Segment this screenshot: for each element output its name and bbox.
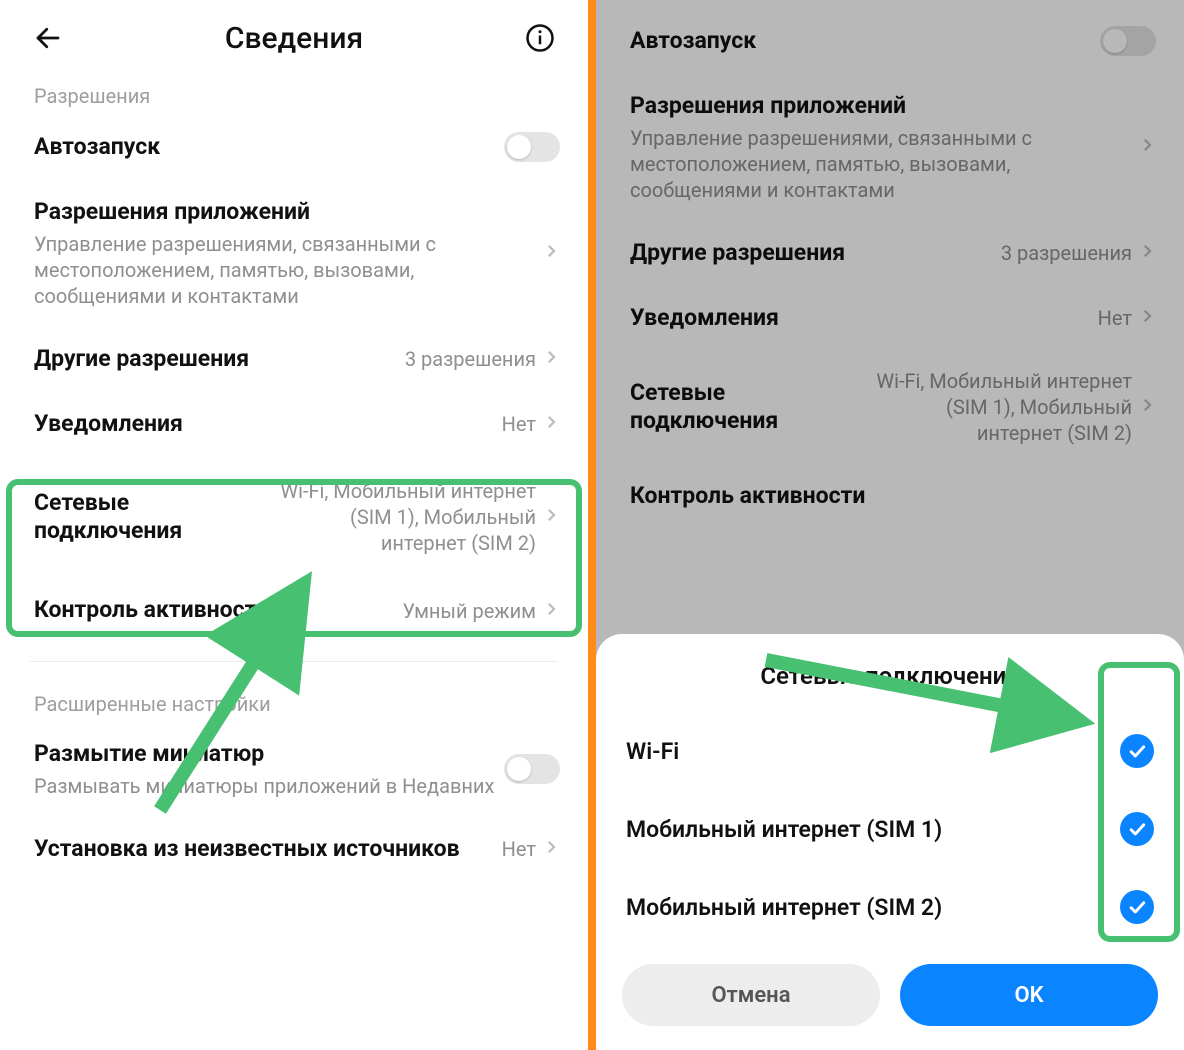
app-perms-sub-r: Управление разрешениями, связанными с ме… bbox=[630, 125, 1124, 203]
divider bbox=[30, 661, 558, 662]
row-unknown-sources[interactable]: Установка из неизвестных источников Нет bbox=[0, 817, 588, 882]
app-perms-title-r: Разрешения приложений bbox=[630, 92, 1124, 121]
row-other-permissions-r[interactable]: Другие разрешения 3 разрешения bbox=[596, 221, 1184, 286]
info-icon[interactable] bbox=[520, 18, 560, 58]
sheet-title: Сетевые подключения bbox=[622, 662, 1158, 690]
autostart-toggle[interactable] bbox=[504, 132, 560, 162]
section-permissions-label: Разрешения bbox=[0, 72, 588, 114]
autostart-title: Автозапуск bbox=[34, 133, 496, 162]
back-icon[interactable] bbox=[28, 18, 68, 58]
row-app-permissions[interactable]: Разрешения приложений Управление разреше… bbox=[0, 180, 588, 327]
chevron-right-icon bbox=[542, 506, 560, 528]
other-perms-title-r: Другие разрешения bbox=[630, 239, 993, 268]
chevron-right-icon bbox=[1138, 396, 1156, 418]
row-blur-thumbnails[interactable]: Размытие миниатюр Размывать миниатюры пр… bbox=[0, 722, 588, 817]
row-notifications[interactable]: Уведомления Нет bbox=[0, 392, 588, 457]
left-screenshot: Сведения Разрешения Автозапуск Разрешени… bbox=[0, 0, 588, 1050]
other-perms-title: Другие разрешения bbox=[34, 345, 397, 374]
cancel-button[interactable]: Отмена bbox=[622, 964, 880, 1026]
activity-value: Умный режим bbox=[402, 598, 536, 624]
chevron-right-icon bbox=[542, 413, 560, 435]
chevron-right-icon bbox=[542, 242, 560, 264]
network-bottom-sheet: Сетевые подключения Wi-Fi Мобильный инте… bbox=[596, 634, 1184, 1050]
option-wifi-label: Wi-Fi bbox=[626, 738, 679, 765]
chevron-right-icon bbox=[542, 838, 560, 860]
chevron-right-icon bbox=[1138, 136, 1156, 158]
network-title: Сетевые подключения bbox=[34, 489, 268, 547]
section-advanced-label: Расширенные настройки bbox=[0, 680, 588, 722]
checkbox-checked-icon[interactable] bbox=[1120, 734, 1154, 768]
right-screenshot: Автозапуск Разрешения приложений Управле… bbox=[596, 0, 1184, 1050]
network-title-r: Сетевые подключения bbox=[630, 379, 864, 437]
activity-title-r: Контроль активности bbox=[630, 482, 1148, 511]
row-other-permissions[interactable]: Другие разрешения 3 разрешения bbox=[0, 327, 588, 392]
blur-title: Размытие миниатюр bbox=[34, 740, 496, 769]
blur-toggle[interactable] bbox=[504, 754, 560, 784]
app-perms-title: Разрешения приложений bbox=[34, 198, 528, 227]
chevron-right-icon bbox=[542, 600, 560, 622]
chevron-right-icon bbox=[1138, 242, 1156, 264]
other-perms-value: 3 разрешения bbox=[405, 346, 536, 372]
row-app-permissions-r[interactable]: Разрешения приложений Управление разреше… bbox=[596, 74, 1184, 221]
option-sim1-label: Мобильный интернет (SIM 1) bbox=[626, 816, 942, 843]
option-sim1[interactable]: Мобильный интернет (SIM 1) bbox=[622, 790, 1158, 868]
option-sim2-label: Мобильный интернет (SIM 2) bbox=[626, 894, 942, 921]
row-autostart-r[interactable]: Автозапуск bbox=[596, 0, 1184, 74]
network-value-r: Wi-Fi, Мобильный интернет (SIM 1), Мобил… bbox=[872, 368, 1132, 446]
checkbox-checked-icon[interactable] bbox=[1120, 890, 1154, 924]
unknown-title: Установка из неизвестных источников bbox=[34, 835, 494, 864]
row-activity-control[interactable]: Контроль активности Умный режим bbox=[0, 578, 588, 643]
chevron-right-icon bbox=[1138, 307, 1156, 329]
activity-title: Контроль активности bbox=[34, 596, 394, 625]
notifications-value: Нет bbox=[502, 411, 536, 437]
blur-sub: Размывать миниатюры приложений в Недавни… bbox=[34, 773, 496, 799]
option-sim2[interactable]: Мобильный интернет (SIM 2) bbox=[622, 868, 1158, 946]
row-network-connections[interactable]: Сетевые подключения Wi-Fi, Мобильный инт… bbox=[0, 456, 588, 578]
row-notifications-r[interactable]: Уведомления Нет bbox=[596, 286, 1184, 351]
checkbox-checked-icon[interactable] bbox=[1120, 812, 1154, 846]
network-value: Wi-Fi, Мобильный интернет (SIM 1), Мобил… bbox=[276, 478, 536, 556]
row-autostart[interactable]: Автозапуск bbox=[0, 114, 588, 180]
page-title: Сведения bbox=[225, 21, 363, 56]
option-wifi[interactable]: Wi-Fi bbox=[622, 712, 1158, 790]
notifications-title-r: Уведомления bbox=[630, 304, 1090, 333]
notifications-title: Уведомления bbox=[34, 410, 494, 439]
ok-button[interactable]: OK bbox=[900, 964, 1158, 1026]
notifications-value-r: Нет bbox=[1098, 305, 1132, 331]
app-perms-sub: Управление разрешениями, связанными с ме… bbox=[34, 231, 528, 309]
autostart-toggle-r[interactable] bbox=[1100, 26, 1156, 56]
chevron-right-icon bbox=[542, 348, 560, 370]
row-activity-control-r[interactable]: Контроль активности bbox=[596, 464, 1184, 529]
other-perms-value-r: 3 разрешения bbox=[1001, 240, 1132, 266]
autostart-title-r: Автозапуск bbox=[630, 27, 1092, 56]
row-network-connections-r[interactable]: Сетевые подключения Wi-Fi, Мобильный инт… bbox=[596, 350, 1184, 464]
unknown-value: Нет bbox=[502, 836, 536, 862]
